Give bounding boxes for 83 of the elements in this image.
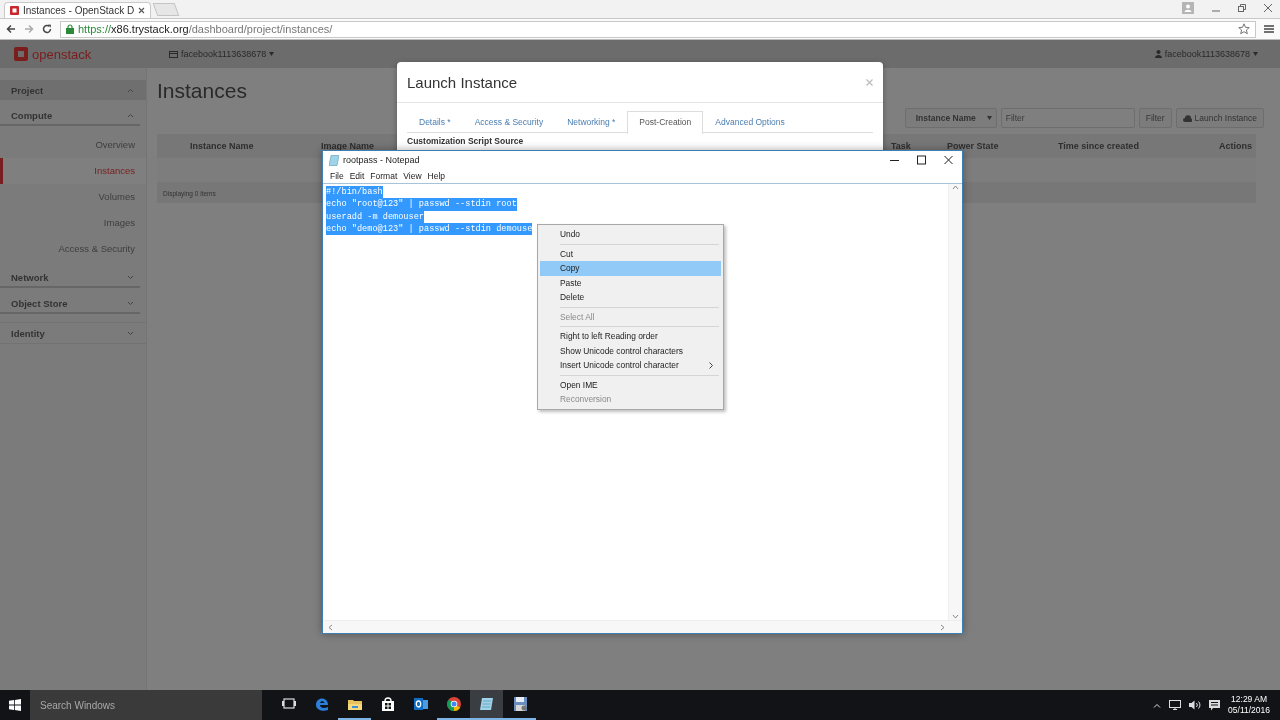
sidebar-item[interactable]: Volumes	[0, 184, 146, 210]
chrome-browser-icon[interactable]	[446, 697, 461, 711]
caret-icon	[1253, 52, 1258, 56]
lock-icon	[66, 24, 74, 34]
notepad-icon[interactable]	[479, 698, 493, 710]
reload-icon[interactable]	[42, 24, 52, 34]
url-text[interactable]: https://x86.trystack.org/dashboard/project/instances/	[78, 23, 333, 35]
context-menu-item[interactable]: Paste	[540, 275, 721, 290]
modal-title: Launch Instance	[407, 73, 518, 91]
modal-tab[interactable]: Networking *	[555, 111, 628, 133]
menu-icon[interactable]	[1264, 24, 1274, 34]
sidebar-group-header[interactable]: Network	[0, 268, 140, 288]
sidebar-group-header[interactable]: Compute	[0, 106, 140, 126]
taskbar-app-button[interactable]	[470, 690, 503, 720]
modal-tab[interactable]: Post-Creation	[627, 111, 704, 134]
context-menu-item[interactable]: Copy	[540, 261, 721, 276]
column-header: Instance Name	[190, 141, 254, 151]
context-menu-item[interactable]: Undo	[540, 227, 721, 242]
context-menu-item[interactable]: Cut	[540, 246, 721, 261]
favicon-icon	[10, 6, 19, 15]
star-icon[interactable]	[1238, 23, 1250, 35]
menu-item[interactable]: Format	[367, 171, 401, 181]
mail-app-icon[interactable]	[413, 698, 428, 710]
modal-tab[interactable]: Advanced Options	[703, 111, 797, 133]
window-title: rootpass - Notepad	[343, 155, 420, 165]
section-label: Customization Script Source	[407, 136, 524, 146]
notification-icon[interactable]	[1209, 699, 1221, 711]
sidebar-item[interactable]: Images	[0, 210, 146, 236]
menu-item[interactable]: File	[327, 171, 347, 181]
user-dropdown[interactable]: facebook1113638678	[1154, 49, 1258, 59]
cloud-upload-icon	[1182, 114, 1192, 122]
scroll-right-icon[interactable]	[940, 623, 946, 631]
menu-item[interactable]: Help	[424, 171, 449, 181]
chevron-up-icon[interactable]	[1153, 702, 1162, 708]
caret-icon	[986, 116, 992, 120]
page-title: Instances	[157, 78, 247, 104]
filter-select[interactable]: Instance Name	[904, 108, 997, 128]
card-icon	[169, 50, 178, 58]
notepad-icon	[329, 154, 339, 166]
filter-input[interactable]: Filter	[1000, 108, 1135, 128]
sidebar-dashboard-header[interactable]: Identity	[0, 322, 146, 344]
back-arrow-icon[interactable]	[6, 24, 16, 34]
context-menu-item[interactable]: Insert Unicode control character	[540, 358, 721, 373]
close-icon[interactable]	[1264, 4, 1272, 12]
volume-icon[interactable]	[1189, 700, 1202, 710]
modal-tab[interactable]: Details *	[407, 111, 463, 133]
clock-date[interactable]: 05/11/2016	[1228, 705, 1270, 716]
context-menu-item[interactable]: Right to left Reading order	[540, 329, 721, 344]
edge-browser-icon[interactable]	[315, 698, 328, 711]
menu-item[interactable]: View	[400, 171, 425, 181]
context-menu-item[interactable]: Delete	[540, 290, 721, 305]
launch-instance-button[interactable]: Launch Instance	[1175, 108, 1264, 128]
logo-text: openstack	[32, 46, 92, 62]
sidebar-panel-header[interactable]: Project	[0, 80, 146, 100]
scroll-down-icon[interactable]	[952, 614, 959, 620]
shopping-bag-icon[interactable]	[381, 697, 394, 711]
filter-button[interactable]: Filter	[1138, 108, 1172, 128]
column-header: Power State	[947, 141, 999, 151]
search-field[interactable]: Search Windows	[30, 690, 262, 720]
windows-start-icon[interactable]	[9, 699, 21, 711]
clock-time[interactable]: 12:29 AM	[1231, 694, 1267, 705]
column-header: Time since created	[1058, 141, 1139, 151]
task-view-icon[interactable]	[281, 698, 296, 709]
project-dropdown[interactable]: facebook1113638678	[169, 49, 275, 59]
close-icon[interactable]	[138, 7, 146, 14]
scroll-up-icon[interactable]	[952, 184, 959, 190]
sidebar-item[interactable]: Overview	[0, 132, 146, 158]
context-menu-item[interactable]: Show Unicode control characters	[540, 343, 721, 358]
user-icon	[1154, 50, 1162, 58]
sidebar-group-header[interactable]: Object Store	[0, 294, 140, 314]
browser-tab[interactable]: Instances - OpenStack D	[4, 2, 152, 18]
modal-tab[interactable]: Access & Security	[462, 111, 556, 133]
restore-icon[interactable]	[1238, 4, 1246, 12]
menu-item[interactable]: Edit	[346, 171, 368, 181]
caret-icon	[269, 52, 275, 56]
column-header: Image Name	[321, 141, 375, 151]
column-header: Actions	[1219, 141, 1253, 151]
column-header: Task	[891, 141, 911, 151]
scroll-left-icon[interactable]	[327, 623, 333, 631]
logo-icon	[14, 47, 28, 61]
folder-icon[interactable]	[347, 700, 362, 710]
sidebar-item[interactable]: Instances	[0, 158, 146, 184]
context-menu-item[interactable]: Open IME	[540, 377, 721, 392]
